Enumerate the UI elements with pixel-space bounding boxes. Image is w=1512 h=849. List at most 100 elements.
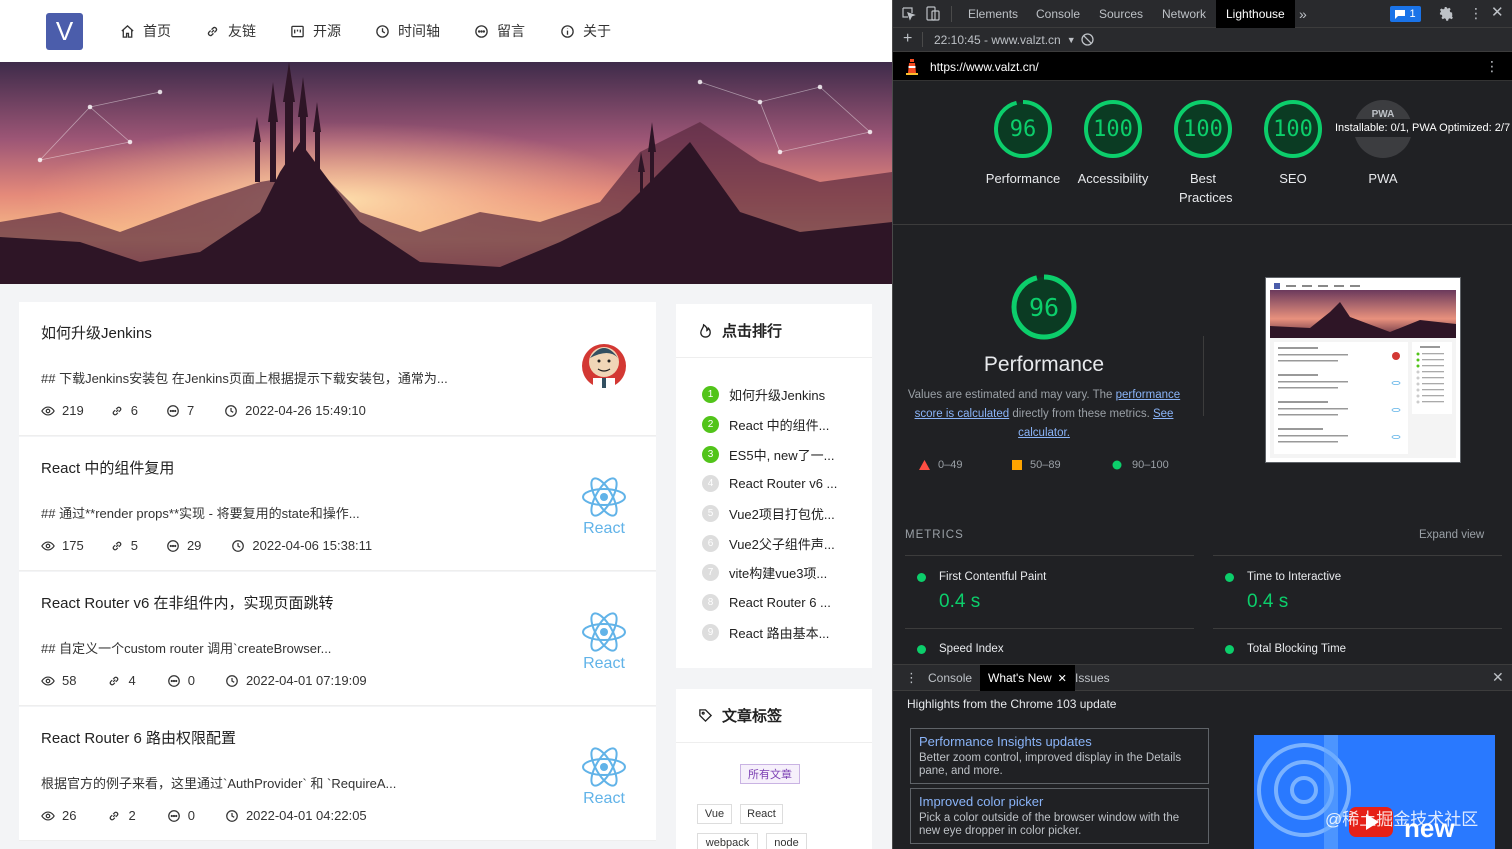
rank-title: React 路由基本... xyxy=(729,625,830,641)
publish-date: 2022-04-01 04:22:05 xyxy=(225,808,367,823)
tag-webpack[interactable]: webpack xyxy=(697,833,758,849)
top-navbar: V 首页 友链 开源 时间轴 留言 关于 xyxy=(0,0,892,62)
close-devtools-icon[interactable]: ✕ xyxy=(1491,4,1504,22)
expand-view-toggle[interactable]: Expand view xyxy=(1419,529,1484,541)
nav-home[interactable]: 首页 xyxy=(120,22,171,40)
device-toolbar-icon[interactable] xyxy=(926,6,940,21)
tab-lighthouse[interactable]: Lighthouse xyxy=(1216,0,1295,28)
ranking-card: 点击排行 1 如何升级Jenkins 2 React 中的组件... 3 ES5中, … xyxy=(676,304,872,668)
eye-icon xyxy=(41,405,55,416)
nav-friend-links[interactable]: 友链 xyxy=(205,22,256,40)
pass-circle-icon xyxy=(1225,644,1234,654)
tab-console[interactable]: Console xyxy=(1036,0,1080,28)
rank-title: React Router 6 ... xyxy=(729,594,831,610)
info-icon xyxy=(561,24,574,38)
site-logo[interactable]: V xyxy=(46,13,83,50)
ranking-item[interactable]: 9 React 路由基本... xyxy=(702,623,829,641)
article-card[interactable]: 如何升级Jenkins ## 下载Jenkins安装包 在Jenkins页面上根… xyxy=(19,302,656,436)
article-title[interactable]: React 中的组件复用 xyxy=(41,457,174,478)
triangle-icon xyxy=(919,460,930,470)
link-count: 4 xyxy=(107,673,136,688)
comment-count: 7 xyxy=(166,403,194,418)
ranking-item[interactable]: 5 Vue2项目打包优... xyxy=(702,504,835,522)
close-drawer-icon[interactable]: ✕ xyxy=(1492,669,1504,686)
ranking-item[interactable]: 1 如何升级Jenkins xyxy=(702,385,825,403)
article-card[interactable]: React 中的组件复用 ## 通过**render props**实现 - 将… xyxy=(19,437,656,571)
whats-new-heading: Highlights from the Chrome 103 update xyxy=(907,697,1117,711)
eye-icon xyxy=(41,810,55,821)
more-tabs-button[interactable]: » xyxy=(1299,0,1307,28)
drawer-tab-console[interactable]: Console xyxy=(928,665,972,691)
fire-icon xyxy=(700,323,711,338)
rank-title: Vue2父子组件声... xyxy=(729,536,835,552)
ranking-item[interactable]: 4 React Router v6 ... xyxy=(702,474,837,492)
report-menu-icon[interactable]: ⋮ xyxy=(1485,58,1499,75)
perf-description: Values are estimated and may vary. The p… xyxy=(907,389,1181,439)
metric-fcp-value: 0.4 s xyxy=(939,591,981,612)
drawer-tab-whats-new[interactable]: What's New ✕ xyxy=(980,665,1075,691)
ranking-item[interactable]: 6 Vue2父子组件声... xyxy=(702,534,835,552)
legend-pass: 90–100 xyxy=(1112,459,1169,471)
tab-sources[interactable]: Sources xyxy=(1099,0,1143,28)
link-icon xyxy=(207,26,218,36)
ranking-item[interactable]: 3 ES5中, new了一... xyxy=(702,445,834,463)
nav-label: 留言 xyxy=(497,23,525,39)
metric-fcp: First Contentful Paint xyxy=(917,571,1046,583)
nav-guestbook[interactable]: 留言 xyxy=(474,22,525,40)
rank-number: 9 xyxy=(702,623,719,641)
inspect-element-icon[interactable] xyxy=(902,7,916,21)
view-count: 26 xyxy=(41,808,76,823)
clock-icon xyxy=(232,539,245,552)
close-tab-icon[interactable]: ✕ xyxy=(1058,672,1067,685)
article-card[interactable]: React Router 6 路由权限配置 根据官方的例子来看，这里通过`Aut… xyxy=(19,707,656,841)
link-icon xyxy=(110,676,119,685)
comment-icon xyxy=(167,674,180,687)
tag-node[interactable]: node xyxy=(766,833,807,849)
comment-count: 29 xyxy=(166,538,201,553)
label-accessibility: Accessibility xyxy=(1077,171,1149,186)
more-options-icon[interactable]: ⋮ xyxy=(1469,5,1483,21)
nav-timeline[interactable]: 时间轴 xyxy=(375,22,440,40)
rank-title: React 中的组件... xyxy=(729,417,830,433)
drawer-tabbar: ⋮ Console What's New ✕ Issues ✕ xyxy=(893,665,1512,691)
tag-react[interactable]: React xyxy=(740,804,783,824)
card-title: Performance Insights updates xyxy=(919,734,1092,749)
clear-reports-icon[interactable] xyxy=(1081,33,1094,46)
drawer-tab-issues[interactable]: Issues xyxy=(1075,665,1110,691)
article-card[interactable]: React Router v6 在非组件内，实现页面跳转 ## 自定义一个cus… xyxy=(19,572,656,706)
tags-header: 文章标签 xyxy=(676,689,872,743)
nav-open-source[interactable]: 开源 xyxy=(290,22,341,40)
article-title[interactable]: React Router v6 在非组件内，实现页面跳转 xyxy=(41,592,334,613)
rank-title: 如何升级Jenkins xyxy=(729,387,826,403)
tab-elements[interactable]: Elements xyxy=(968,0,1018,28)
clock-icon xyxy=(226,674,238,687)
settings-gear-icon[interactable] xyxy=(1439,6,1454,21)
whats-new-video-thumbnail[interactable]: new xyxy=(1254,735,1495,849)
devtools-tabbar: Elements Console Sources Network Lightho… xyxy=(893,0,1512,28)
score-performance: 96 xyxy=(1009,117,1037,142)
ranking-item[interactable]: 8 React Router 6 ... xyxy=(702,593,831,611)
whats-new-card[interactable]: Performance Insights updates Better zoom… xyxy=(910,728,1209,784)
issues-counter-button[interactable]: 1 xyxy=(1390,6,1421,22)
article-title[interactable]: React Router 6 路由权限配置 xyxy=(41,727,236,748)
whats-new-card[interactable]: Improved color picker Pick a color outsi… xyxy=(910,788,1209,844)
new-report-icon[interactable]: + xyxy=(903,30,912,48)
react-logo-text: React xyxy=(583,790,625,807)
tag-vue[interactable]: Vue xyxy=(697,804,732,824)
score-accessibility: 100 xyxy=(1093,117,1133,142)
publish-date: 2022-04-01 07:19:09 xyxy=(225,673,367,688)
article-meta: 58 4 0 2022-04-01 07:19:09 xyxy=(41,673,367,688)
tab-network[interactable]: Network xyxy=(1162,0,1206,28)
link-icon xyxy=(112,541,122,550)
tag-all-articles[interactable]: 所有文章 xyxy=(740,764,800,784)
report-select[interactable]: 22:10:45 - www.valzt.cn ▼ xyxy=(934,33,1076,47)
pass-circle-icon xyxy=(917,572,926,582)
rank-number: 4 xyxy=(702,474,719,492)
drawer-menu-icon[interactable]: ⋮ xyxy=(905,670,918,686)
ranking-item[interactable]: 2 React 中的组件... xyxy=(702,415,829,433)
report-select-value: 22:10:45 - www.valzt.cn xyxy=(934,33,1061,47)
video-artwork xyxy=(1254,735,1495,849)
nav-about[interactable]: 关于 xyxy=(560,22,611,40)
article-title[interactable]: 如何升级Jenkins xyxy=(41,322,152,343)
ranking-item[interactable]: 7 vite构建vue3项... xyxy=(702,563,827,581)
